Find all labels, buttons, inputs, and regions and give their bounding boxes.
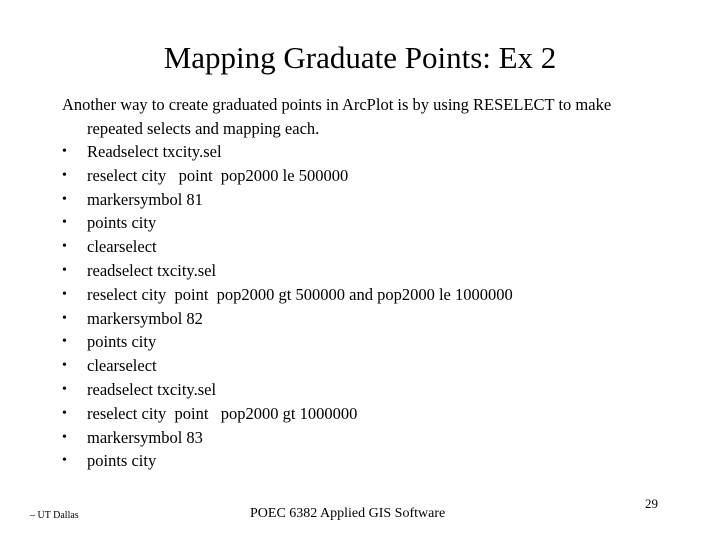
list-item-text: markersymbol 83	[87, 427, 203, 447]
list-item: • readselect txcity.sel	[62, 378, 513, 402]
list-item-text: reselect city point pop2000 gt 500000 an…	[87, 284, 513, 304]
list-item: • reselect city point pop2000 gt 500000 a…	[62, 283, 513, 307]
list-item: • points city	[62, 211, 513, 235]
intro-line-1: Another way to create graduated points i…	[62, 95, 612, 114]
list-item-text: reselect city point pop2000 le 500000	[87, 165, 349, 185]
list-item-text: markersymbol 82	[87, 308, 203, 328]
list-item: • points city	[62, 449, 513, 473]
list-item: • markersymbol 83	[62, 426, 513, 450]
list-item-text: readselect txcity.sel	[87, 260, 217, 280]
bullet-icon: •	[62, 334, 67, 350]
list-item: • markersymbol 81	[62, 188, 513, 212]
command-list: • Readselect txcity.sel • reselect city po…	[62, 140, 513, 473]
bullet-icon: •	[62, 215, 67, 231]
list-item-text: points city	[87, 451, 157, 471]
intro-paragraph: Another way to create graduated points i…	[62, 93, 682, 141]
list-item-text: points city	[87, 332, 157, 352]
list-item-text: Readselect txcity.sel	[87, 142, 222, 161]
list-item: • clearselect	[62, 354, 513, 378]
bullet-icon: •	[62, 239, 67, 255]
slide-title: Mapping Graduate Points: Ex 2	[163, 40, 557, 75]
list-item: • clearselect	[62, 235, 513, 259]
list-item-text: points city	[87, 213, 157, 233]
bullet-icon: •	[62, 167, 67, 183]
list-item-text: markersymbol 81	[87, 189, 203, 209]
bullet-icon: •	[62, 191, 67, 207]
list-item: • Readselect txcity.sel	[62, 140, 513, 164]
list-item: • readselect txcity.sel	[62, 259, 513, 283]
list-item: • reselect city point pop2000 gt 1000000	[62, 402, 513, 426]
list-item: • reselect city point pop2000 le 500000	[62, 164, 513, 188]
list-item-text: reselect city point pop2000 gt 1000000	[87, 403, 358, 423]
footer-course: POEC 6382 Applied GIS Software	[250, 506, 446, 521]
list-item: • markersymbol 82	[62, 307, 513, 331]
bullet-icon: •	[62, 405, 67, 421]
list-item-text: readselect txcity.sel	[87, 379, 217, 399]
intro-line-2: repeated selects and mapping each.	[87, 118, 320, 138]
bullet-icon: •	[62, 144, 67, 159]
bullet-icon: •	[62, 286, 67, 302]
footer-source: – UT Dallas	[30, 510, 79, 521]
bullet-icon: •	[62, 262, 67, 278]
bullet-icon: •	[62, 429, 67, 445]
page-number: 29	[645, 496, 658, 511]
bullet-icon: •	[62, 381, 67, 397]
bullet-icon: •	[62, 453, 67, 469]
bullet-icon: •	[62, 358, 67, 374]
list-item-text: clearselect	[87, 237, 157, 257]
list-item: • points city	[62, 330, 513, 354]
bullet-icon: •	[62, 310, 67, 326]
list-item-text: clearselect	[87, 356, 157, 376]
